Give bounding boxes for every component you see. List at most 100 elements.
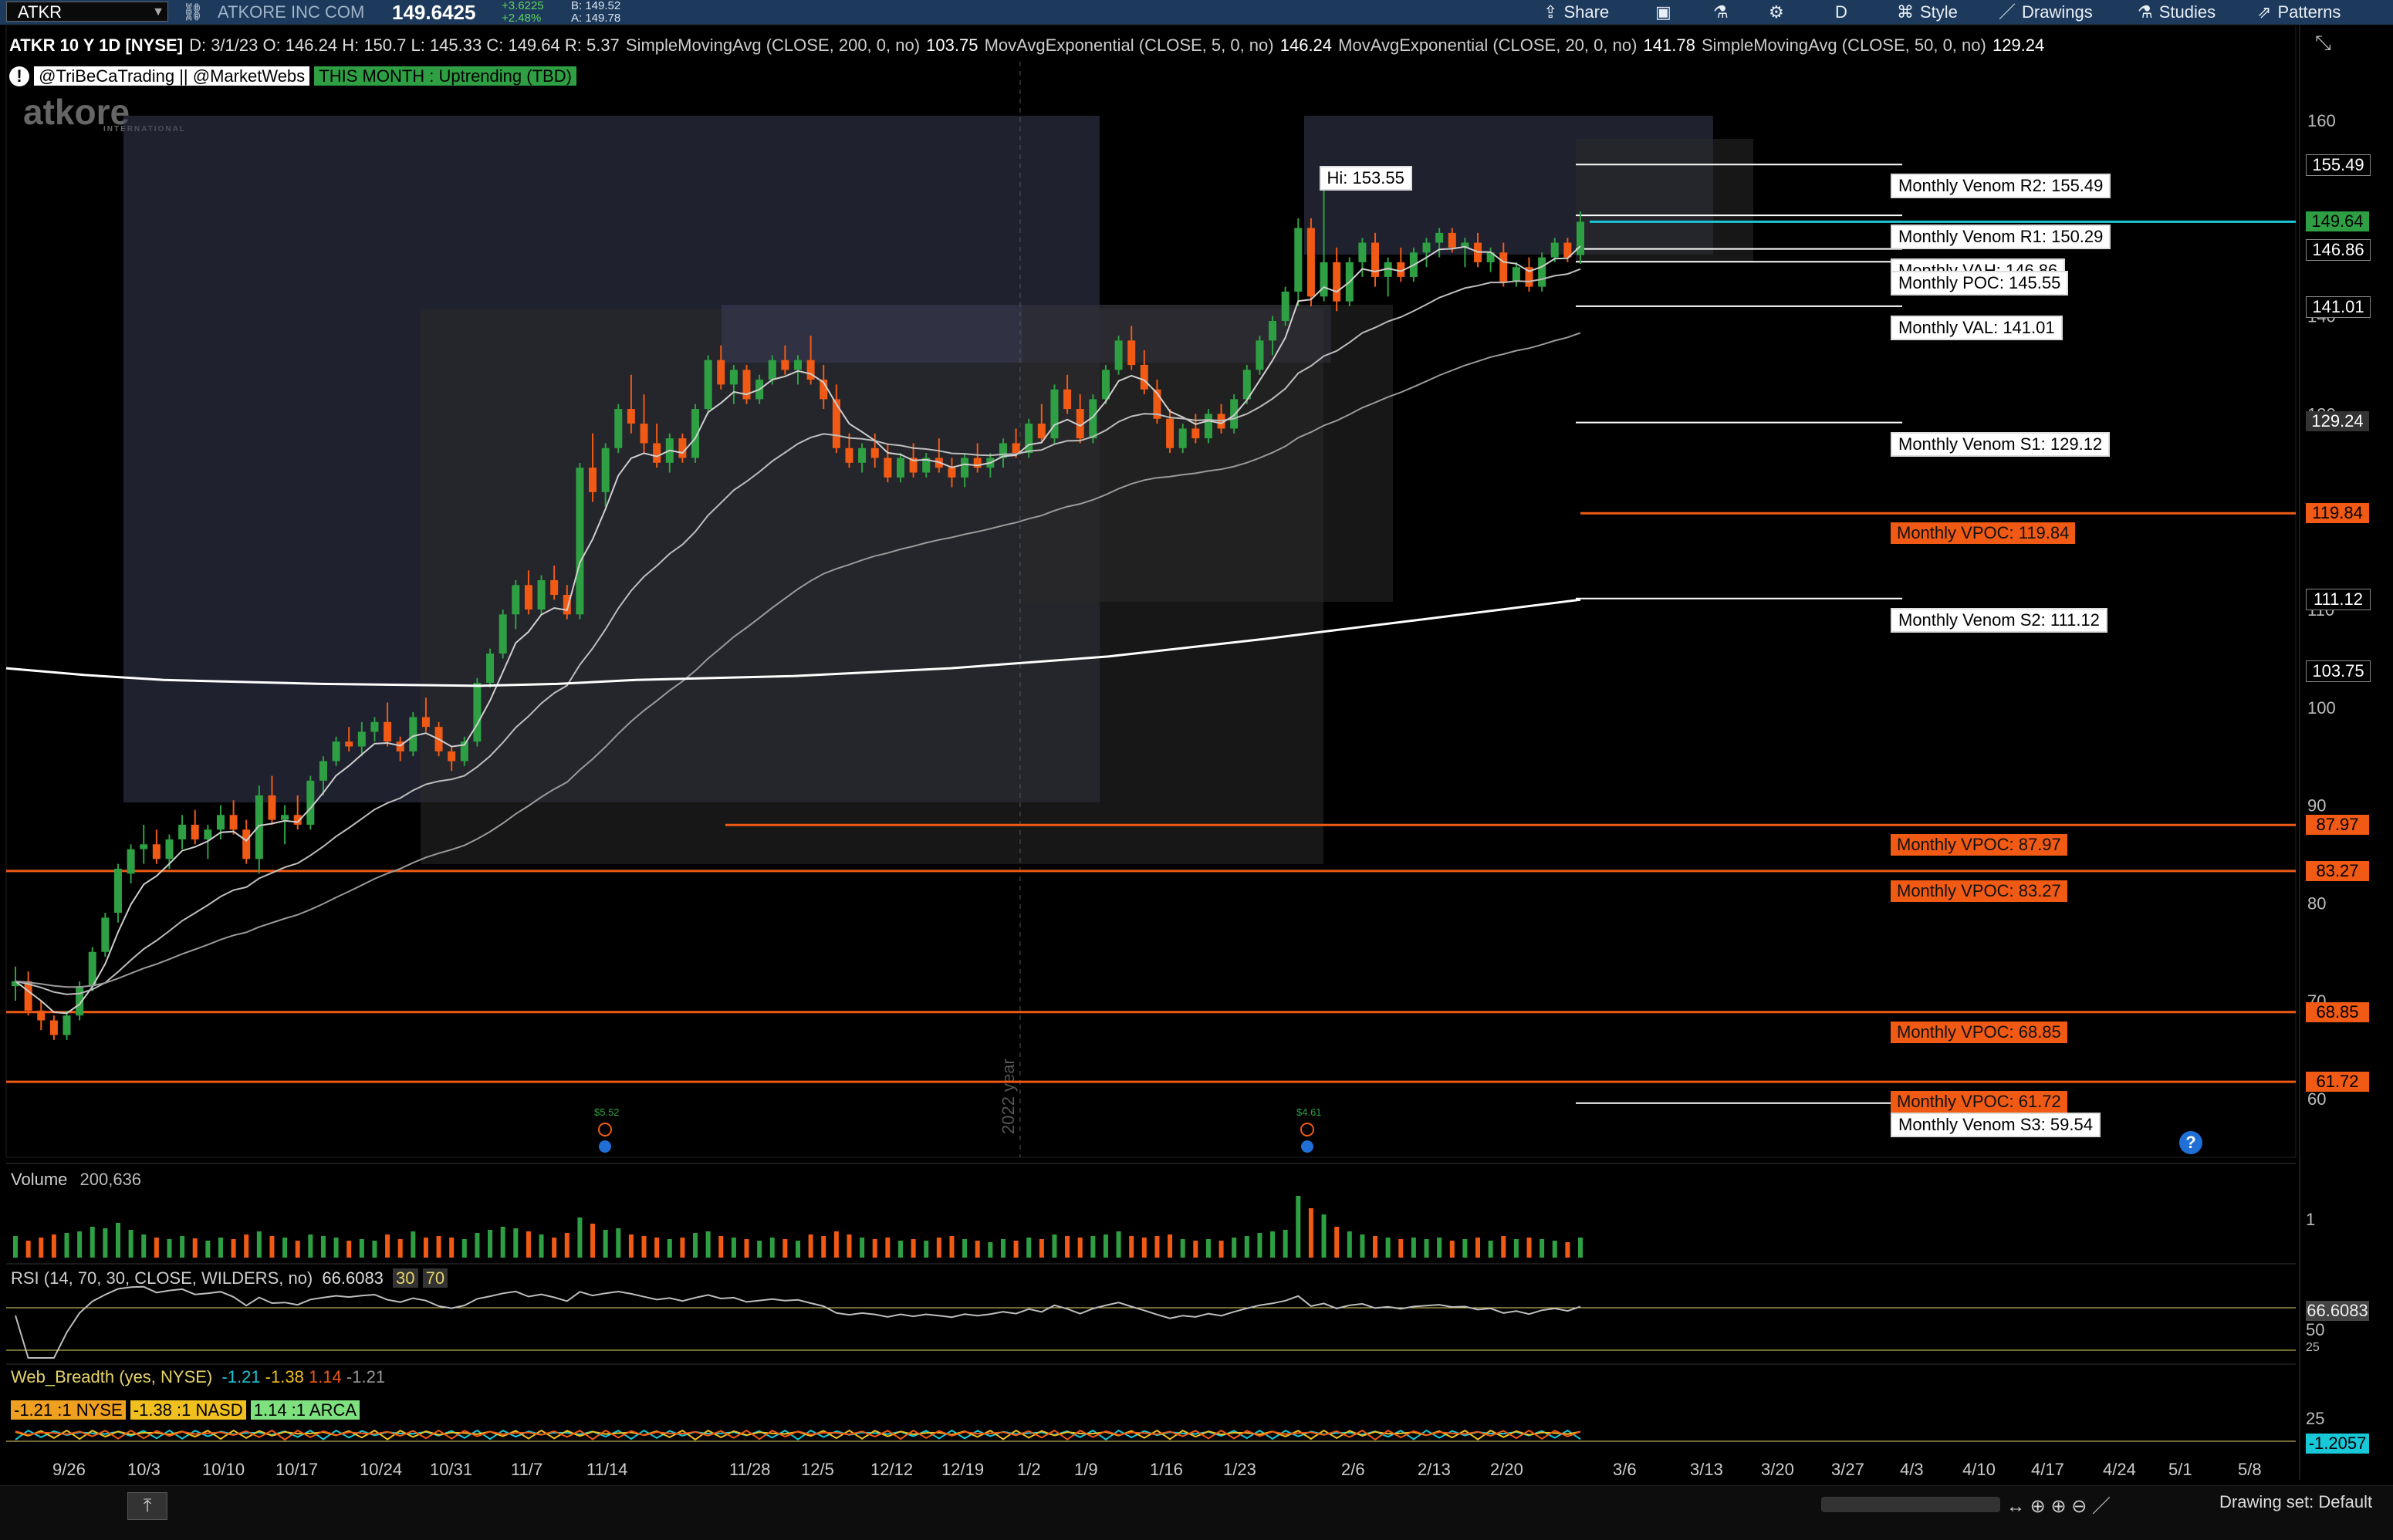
date-tick: 2/20 bbox=[1490, 1460, 1523, 1479]
level-label: Monthly Venom R2: 155.49 bbox=[1891, 174, 2111, 199]
date-tick: 12/19 bbox=[941, 1460, 985, 1479]
volume-bar bbox=[1270, 1231, 1276, 1258]
date-tick: 10/24 bbox=[360, 1460, 403, 1479]
candle-body bbox=[1306, 228, 1315, 297]
candle-body bbox=[319, 761, 327, 781]
price-tag: 83.27 bbox=[2306, 860, 2369, 881]
crosshair-icon[interactable]: ⊕ bbox=[2030, 1496, 2046, 1517]
volume-bar bbox=[962, 1239, 968, 1258]
candle-body bbox=[101, 917, 110, 952]
volume-bar bbox=[1475, 1238, 1481, 1258]
candle-body bbox=[1269, 320, 1277, 341]
volume-bar bbox=[167, 1239, 172, 1258]
candle-body bbox=[486, 653, 495, 684]
date-tick: 12/12 bbox=[870, 1460, 914, 1479]
candle-body bbox=[255, 795, 263, 859]
zoom-controls[interactable]: ↔ ⊕ ⊕ ⊖ ／ bbox=[2006, 1491, 2111, 1518]
volume-bar bbox=[475, 1233, 480, 1258]
breadth-val-1: -1.21 bbox=[221, 1367, 261, 1386]
date-tick: 10/3 bbox=[127, 1460, 161, 1479]
zoom-in-icon[interactable]: ⊕ bbox=[2050, 1496, 2066, 1517]
candle-body bbox=[1256, 340, 1264, 370]
volume-axis-tick: 1 bbox=[2306, 1210, 2316, 1229]
volume-bar bbox=[205, 1241, 211, 1258]
zoom-out-icon[interactable]: ⊖ bbox=[2071, 1496, 2087, 1517]
collapse-panel-button[interactable]: ⤒ bbox=[127, 1492, 167, 1520]
candle-body bbox=[1050, 389, 1059, 439]
volume-bar bbox=[51, 1234, 56, 1258]
volume-bar bbox=[372, 1241, 377, 1258]
volume-bar bbox=[269, 1236, 275, 1258]
volume-bar bbox=[1000, 1239, 1006, 1258]
volume-bar bbox=[782, 1239, 788, 1258]
volume-bar bbox=[436, 1236, 441, 1258]
candle-body bbox=[165, 839, 174, 859]
volume-bar bbox=[1565, 1242, 1570, 1258]
volume-bar bbox=[488, 1230, 493, 1258]
volume-bar bbox=[1103, 1234, 1108, 1258]
rsi-value: 66.6083 bbox=[322, 1268, 384, 1288]
candle-body bbox=[37, 1010, 46, 1021]
candle-body bbox=[127, 849, 135, 874]
candle-body bbox=[345, 741, 353, 747]
volume-bar bbox=[769, 1238, 775, 1258]
candle-body bbox=[1230, 399, 1239, 429]
volume-bar bbox=[693, 1233, 698, 1258]
breadth-arca: 1.14 :1 ARCA bbox=[250, 1400, 360, 1420]
volume-bar bbox=[731, 1238, 736, 1258]
volume-bar bbox=[1218, 1241, 1224, 1258]
candle-body bbox=[870, 447, 879, 458]
volume-bar bbox=[1205, 1239, 1211, 1258]
candle-body bbox=[357, 731, 366, 747]
date-tick: 10/31 bbox=[430, 1460, 473, 1479]
drawing-set-label[interactable]: Drawing set: Default bbox=[2219, 1492, 2372, 1512]
breadth-val-3: 1.14 bbox=[308, 1367, 342, 1386]
level-label: Monthly VPOC: 68.85 bbox=[1891, 1021, 2067, 1043]
volume-bar bbox=[461, 1239, 467, 1258]
candle-body bbox=[896, 458, 904, 478]
level-label: Monthly VPOC: 119.84 bbox=[1891, 522, 2076, 545]
level-label: Monthly VAL: 141.01 bbox=[1891, 315, 2063, 340]
volume-bar bbox=[1513, 1239, 1519, 1258]
volume-bar bbox=[397, 1239, 403, 1258]
volume-bar bbox=[320, 1236, 326, 1258]
level-label: Monthly POC: 145.55 bbox=[1891, 271, 2069, 296]
candle-body bbox=[576, 468, 584, 615]
volume-bar bbox=[1411, 1238, 1416, 1258]
high-label: Hi: 153.55 bbox=[1319, 166, 1412, 191]
volume-bar bbox=[911, 1239, 916, 1258]
candle-body bbox=[948, 468, 956, 478]
candle-body bbox=[1204, 414, 1212, 439]
volume-bar bbox=[526, 1231, 531, 1258]
candle-body bbox=[627, 409, 635, 424]
volume-bar bbox=[1013, 1241, 1019, 1258]
volume-bar bbox=[667, 1239, 672, 1258]
volume-bar bbox=[885, 1238, 891, 1258]
draw-icon[interactable]: ／ bbox=[2092, 1496, 2111, 1517]
date-tick: 4/3 bbox=[1900, 1460, 1924, 1479]
candle-body bbox=[384, 721, 392, 742]
volume-bar bbox=[282, 1238, 288, 1258]
volume-bar bbox=[141, 1234, 147, 1258]
horizontal-scrollbar[interactable] bbox=[1821, 1497, 2000, 1512]
candle-body bbox=[537, 579, 546, 610]
candle-body bbox=[499, 614, 507, 654]
volume-bar bbox=[115, 1223, 120, 1258]
date-tick: 5/1 bbox=[2168, 1460, 2192, 1479]
level-label: Monthly VPOC: 87.97 bbox=[1891, 834, 2067, 856]
pan-icon[interactable]: ↔ bbox=[2006, 1496, 2025, 1517]
volume-bar bbox=[1129, 1236, 1134, 1258]
volume-bar bbox=[539, 1234, 544, 1258]
volume-bar bbox=[1116, 1231, 1121, 1258]
volume-bar bbox=[590, 1224, 596, 1258]
price-tag: 111.12 bbox=[2306, 588, 2371, 610]
breadth-axis-25: 25 bbox=[2306, 1409, 2325, 1428]
volume-bar bbox=[821, 1236, 826, 1258]
candle-body bbox=[973, 458, 982, 468]
help-icon[interactable]: ? bbox=[2179, 1131, 2202, 1154]
candle-body bbox=[473, 683, 482, 742]
volume-bar bbox=[333, 1238, 339, 1258]
volume-bar bbox=[1462, 1239, 1468, 1258]
price-tag: 87.97 bbox=[2306, 815, 2369, 836]
volume-bar bbox=[641, 1236, 647, 1258]
